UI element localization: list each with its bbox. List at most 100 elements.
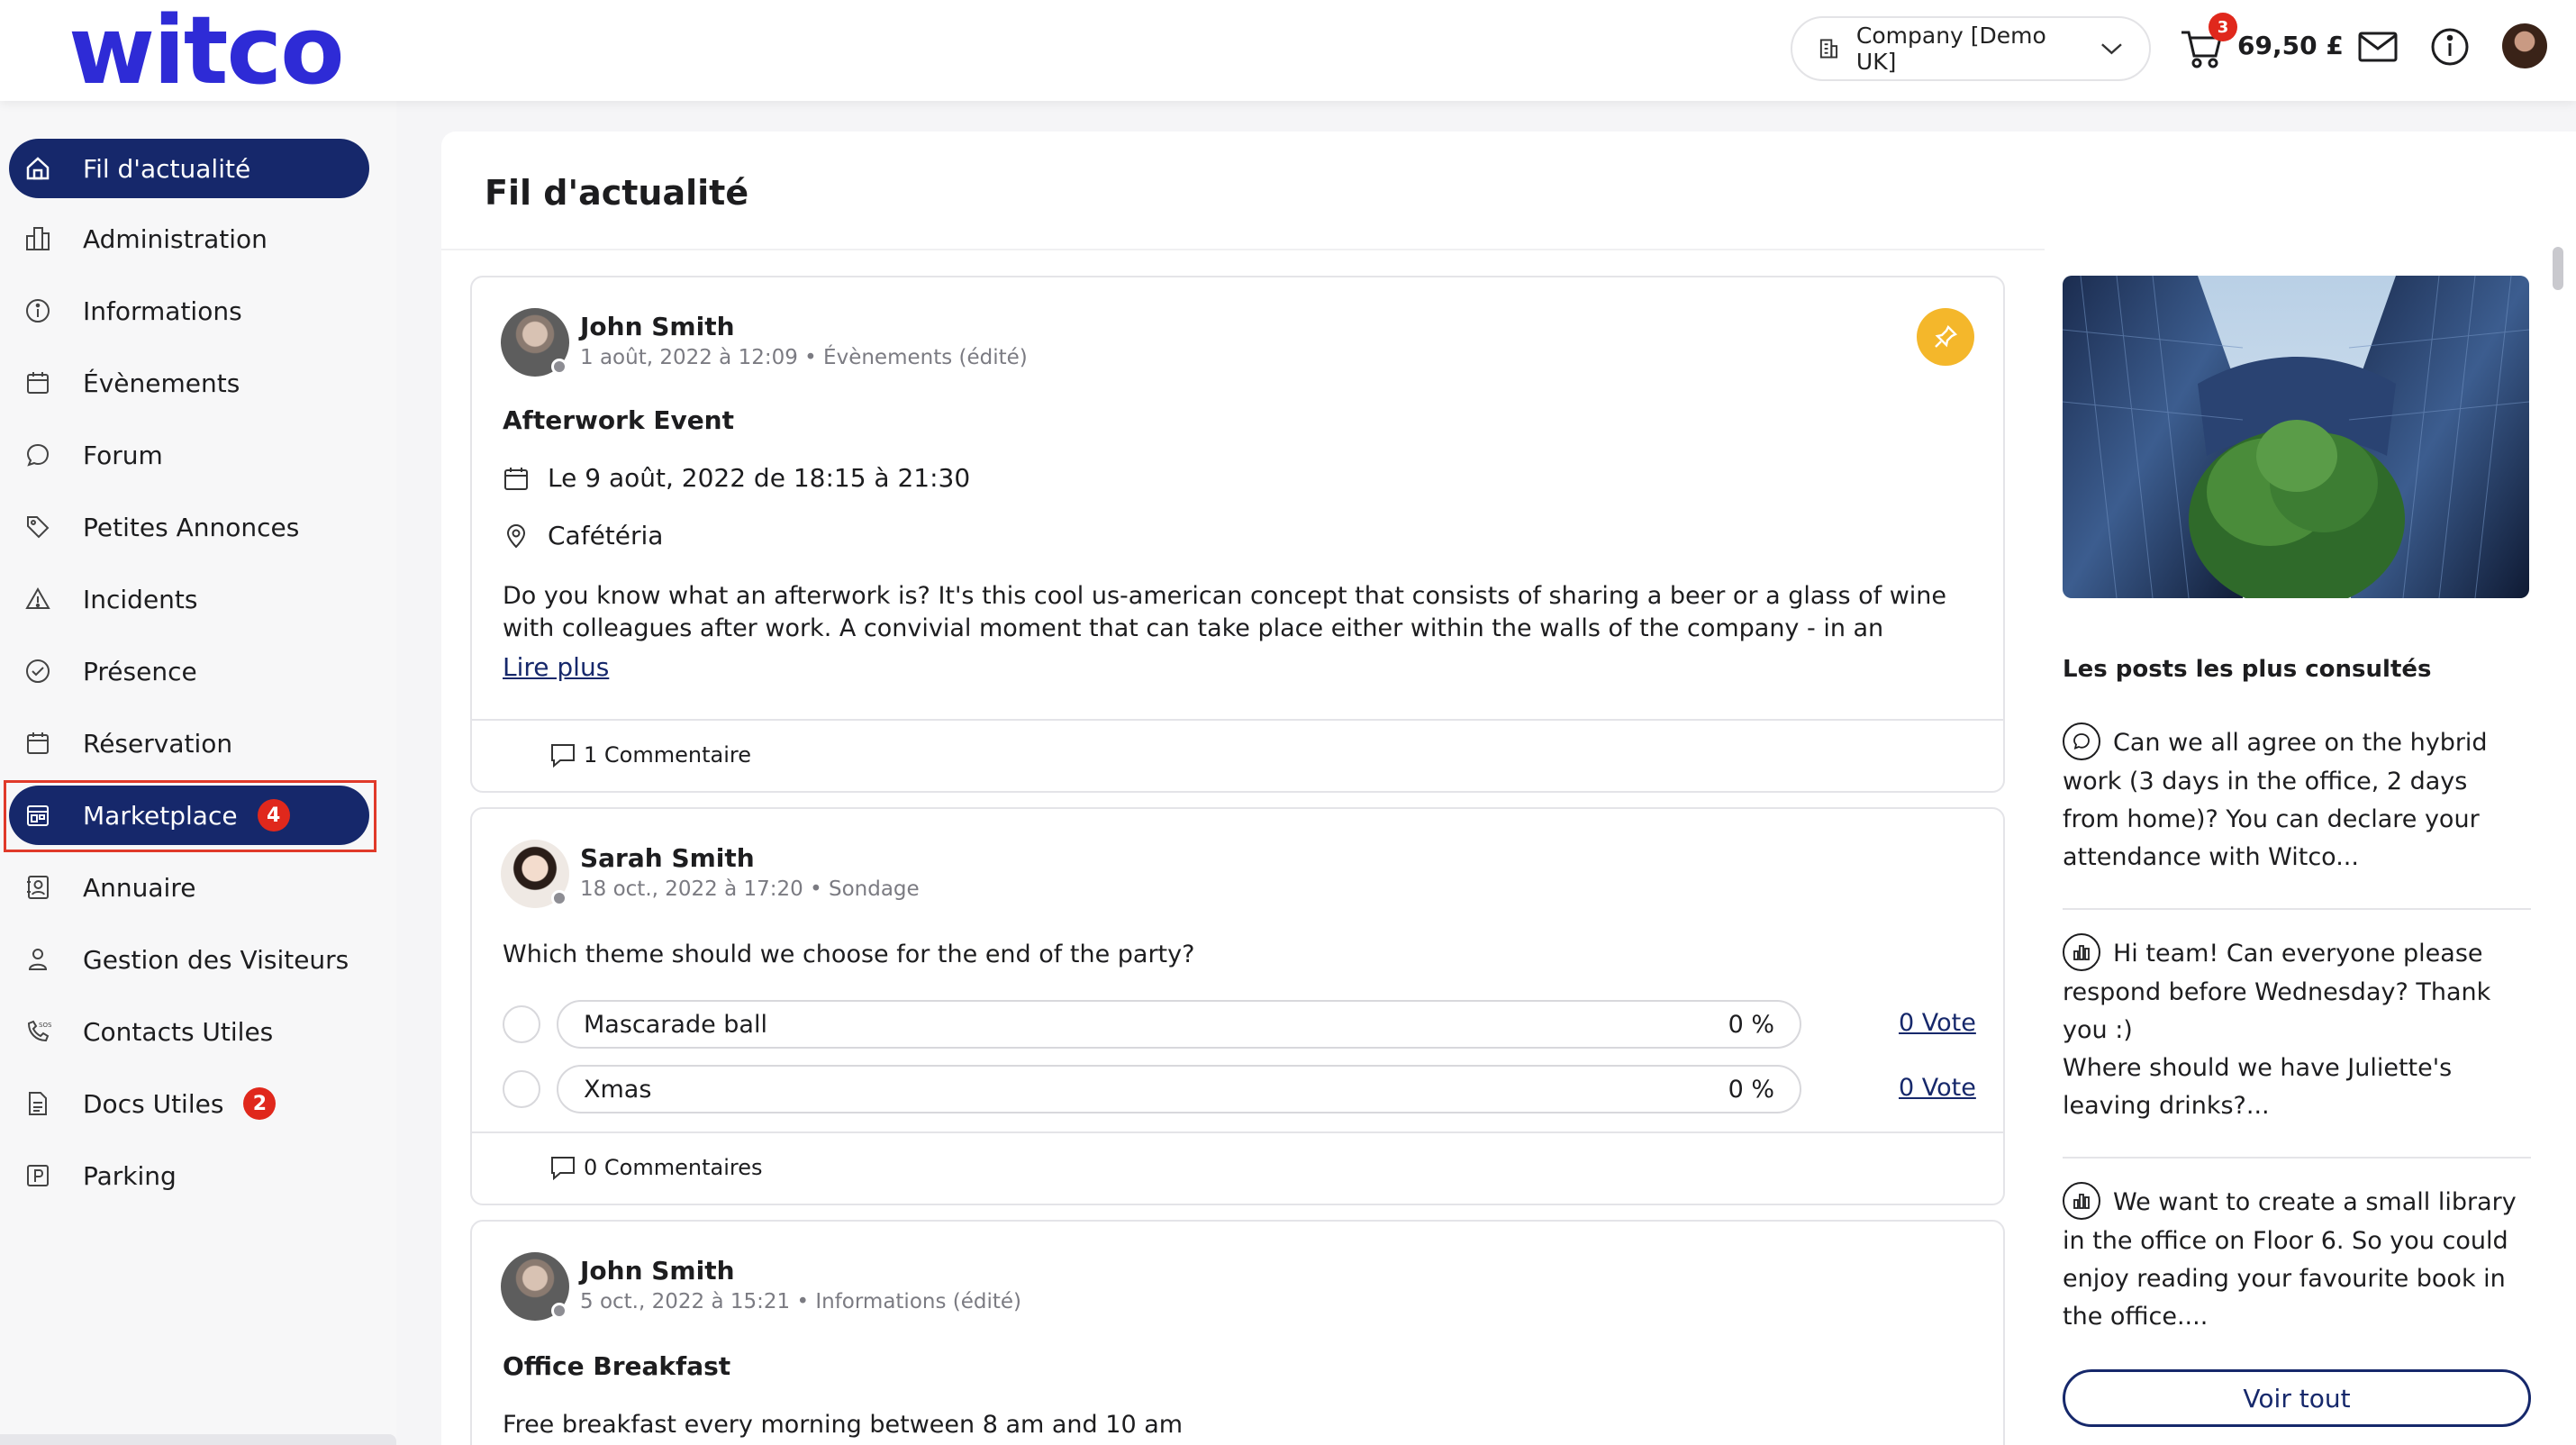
company-selector[interactable]: Company [Demo UK] — [1791, 16, 2151, 81]
sidebar-item-label: Administration — [83, 223, 268, 254]
post-title: Afterwork Event — [503, 405, 735, 435]
side-divider — [2063, 908, 2531, 910]
sidebar-item-contacts-utiles[interactable]: SOS Contacts Utiles — [9, 1002, 369, 1061]
poll-votes-link[interactable]: 0 Vote — [1899, 1074, 1976, 1102]
sidebar-item-fil-actualite[interactable]: Fil d'actualité — [9, 139, 369, 198]
card-divider — [472, 719, 2003, 721]
sidebar-item-forum[interactable]: Forum — [9, 425, 369, 485]
calendar-icon — [23, 368, 52, 397]
sidebar-item-presence[interactable]: Présence — [9, 641, 369, 701]
poll-option-percent: 0 % — [1728, 1010, 1774, 1039]
contact-book-icon — [23, 873, 52, 902]
poll-votes-link[interactable]: 0 Vote — [1899, 1009, 1976, 1037]
comments-link[interactable]: 0 Commentaires — [549, 1155, 762, 1180]
sidebar-item-annuaire[interactable]: Annuaire — [9, 858, 369, 917]
post-card-afterwork: John Smith 1 août, 2022 à 12:09 • Évènem… — [470, 276, 2005, 793]
poll-icon — [2063, 932, 2100, 971]
most-viewed-post-text: Can we all agree on the hybrid work (3 d… — [2063, 729, 2488, 871]
card-divider — [472, 1131, 2003, 1133]
poll-option-radio[interactable] — [503, 1005, 540, 1043]
sidebar-item-reservation[interactable]: Réservation — [9, 713, 369, 773]
sidebar-item-incidents[interactable]: Incidents — [9, 569, 369, 629]
post-author[interactable]: Sarah Smith — [580, 843, 755, 873]
sidebar-item-informations[interactable]: Informations — [9, 281, 369, 341]
mail-icon[interactable] — [2358, 31, 2398, 63]
poll-option-label: Xmas — [584, 1075, 652, 1104]
sidebar-item-label: Petites Annonces — [83, 512, 300, 542]
check-circle-icon — [23, 657, 52, 686]
poll-option-label: Mascarade ball — [584, 1010, 767, 1039]
parking-icon — [23, 1161, 52, 1190]
post-meta: 18 oct., 2022 à 17:20 • Sondage — [580, 877, 920, 901]
sidebar-item-label: Forum — [83, 440, 163, 470]
sidebar-item-label: Contacts Utiles — [83, 1016, 274, 1047]
sidebar-item-administration[interactable]: Administration — [9, 209, 369, 268]
sidebar-item-parking[interactable]: Parking — [9, 1146, 369, 1205]
post-author[interactable]: John Smith — [580, 1256, 735, 1286]
poll-option[interactable]: Mascarade ball 0 % — [557, 1000, 1801, 1049]
sidebar-item-label: Informations — [83, 295, 242, 326]
presence-indicator — [551, 1303, 567, 1319]
presence-indicator — [551, 359, 567, 375]
sidebar-item-label: Réservation — [83, 728, 233, 759]
post-title: Office Breakfast — [503, 1351, 731, 1381]
post-meta: 1 août, 2022 à 12:09 • Évènements (édité… — [580, 346, 1028, 369]
witco-logo[interactable]: witco — [68, 4, 345, 97]
event-location: Cafétéria — [548, 521, 664, 550]
calendar-icon — [23, 729, 52, 758]
presence-indicator — [551, 890, 567, 906]
cart-amount[interactable]: 69,50 £ — [2237, 31, 2344, 60]
top-bar: witco Company [Demo UK] 3 69,50 £ — [0, 0, 2576, 101]
buildings-icon — [23, 224, 52, 253]
sidebar-item-label: Incidents — [83, 584, 198, 614]
sidebar-item-label: Présence — [83, 656, 197, 686]
company-selector-label: Company [Demo UK] — [1855, 23, 2046, 75]
sidebar-footer — [0, 1434, 396, 1445]
read-more-link[interactable]: Lire plus — [503, 652, 609, 682]
scrollbar-thumb[interactable] — [2553, 247, 2563, 290]
most-viewed-post[interactable]: We want to create a small library in the… — [2063, 1181, 2531, 1336]
most-viewed-post[interactable]: Hi team! Can everyone please respond bef… — [2063, 932, 2531, 1125]
poll-question: Which theme should we choose for the end… — [503, 941, 1195, 968]
poll-option-radio[interactable] — [503, 1070, 540, 1108]
warning-icon — [23, 585, 52, 613]
comment-icon — [551, 744, 575, 768]
most-viewed-post[interactable]: Can we all agree on the hybrid work (3 d… — [2063, 722, 2531, 877]
sidebar-item-label: Annuaire — [83, 872, 196, 903]
event-location-row: Cafétéria — [503, 521, 663, 550]
sidebar-item-evenements[interactable]: Évènements — [9, 353, 369, 413]
highlight-marketplace — [4, 780, 376, 852]
docs-badge: 2 — [243, 1087, 277, 1120]
user-avatar[interactable] — [2502, 23, 2547, 68]
home-icon — [23, 154, 52, 183]
phone-sos-icon: SOS — [23, 1017, 52, 1046]
sidebar-item-petites-annonces[interactable]: Petites Annonces — [9, 497, 369, 557]
poll-icon — [2063, 1181, 2100, 1220]
sidebar-item-label: Parking — [83, 1160, 177, 1191]
sidebar-item-label: Gestion des Visiteurs — [83, 944, 349, 975]
chevron-down-icon — [2101, 43, 2122, 55]
post-meta: 5 oct., 2022 à 15:21 • Informations (édi… — [580, 1290, 1022, 1313]
most-viewed-post-subtext: Where should we have Juliette's leaving … — [2063, 1053, 2453, 1120]
chat-icon — [23, 441, 52, 469]
see-all-button[interactable]: Voir tout — [2063, 1369, 2531, 1427]
sidebar-item-label: Évènements — [83, 368, 240, 398]
sidebar-item-docs-utiles[interactable]: Docs Utiles 2 — [9, 1074, 369, 1133]
sidebar-item-gestion-visiteurs[interactable]: Gestion des Visiteurs — [9, 930, 369, 989]
post-body: Do you know what an afterwork is? It's t… — [503, 582, 1947, 642]
pin-button[interactable] — [1917, 308, 1974, 366]
help-info-icon[interactable] — [2430, 27, 2470, 67]
comments-link[interactable]: 1 Commentaire — [549, 742, 751, 768]
most-viewed-post-text: We want to create a small library in the… — [2063, 1188, 2517, 1331]
comment-icon — [551, 1157, 575, 1180]
tag-icon — [23, 513, 52, 541]
poll-option[interactable]: Xmas 0 % — [557, 1065, 1801, 1113]
featured-building-image — [2063, 276, 2529, 598]
post-author[interactable]: John Smith — [580, 312, 735, 341]
comments-count: 0 Commentaires — [584, 1155, 763, 1180]
most-viewed-title: Les posts les plus consultés — [2063, 656, 2432, 683]
calendar-icon — [504, 467, 528, 490]
location-pin-icon — [506, 523, 526, 548]
svg-text:SOS: SOS — [39, 1022, 51, 1029]
title-divider — [441, 249, 2045, 250]
